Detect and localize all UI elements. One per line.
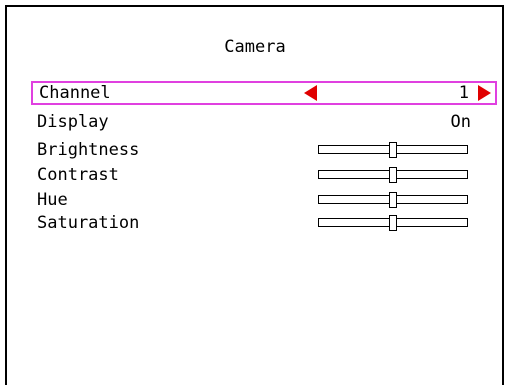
channel-label: Channel: [39, 83, 111, 103]
saturation-label: Saturation: [37, 213, 140, 233]
display-row[interactable]: Display On: [31, 111, 497, 133]
saturation-row[interactable]: Saturation: [31, 212, 497, 234]
hue-row[interactable]: Hue: [31, 189, 497, 211]
contrast-slider[interactable]: [318, 167, 468, 183]
channel-row[interactable]: Channel 1: [31, 81, 497, 105]
hue-label: Hue: [37, 190, 68, 210]
contrast-label: Contrast: [37, 165, 119, 185]
channel-value: 1: [458, 83, 469, 103]
increase-arrow-icon[interactable]: [478, 85, 491, 101]
contrast-slider-thumb[interactable]: [389, 167, 397, 183]
saturation-slider[interactable]: [318, 215, 468, 231]
brightness-label: Brightness: [37, 140, 140, 160]
hue-slider-thumb[interactable]: [389, 192, 397, 208]
decrease-arrow-icon[interactable]: [304, 85, 317, 101]
display-label: Display: [37, 112, 109, 132]
hue-slider[interactable]: [318, 192, 468, 208]
display-value: On: [450, 112, 471, 132]
contrast-row[interactable]: Contrast: [31, 164, 497, 186]
brightness-row[interactable]: Brightness: [31, 139, 497, 161]
menu-title: Camera: [224, 37, 286, 57]
saturation-slider-thumb[interactable]: [389, 215, 397, 231]
brightness-slider-thumb[interactable]: [389, 142, 397, 158]
brightness-slider[interactable]: [318, 142, 468, 158]
